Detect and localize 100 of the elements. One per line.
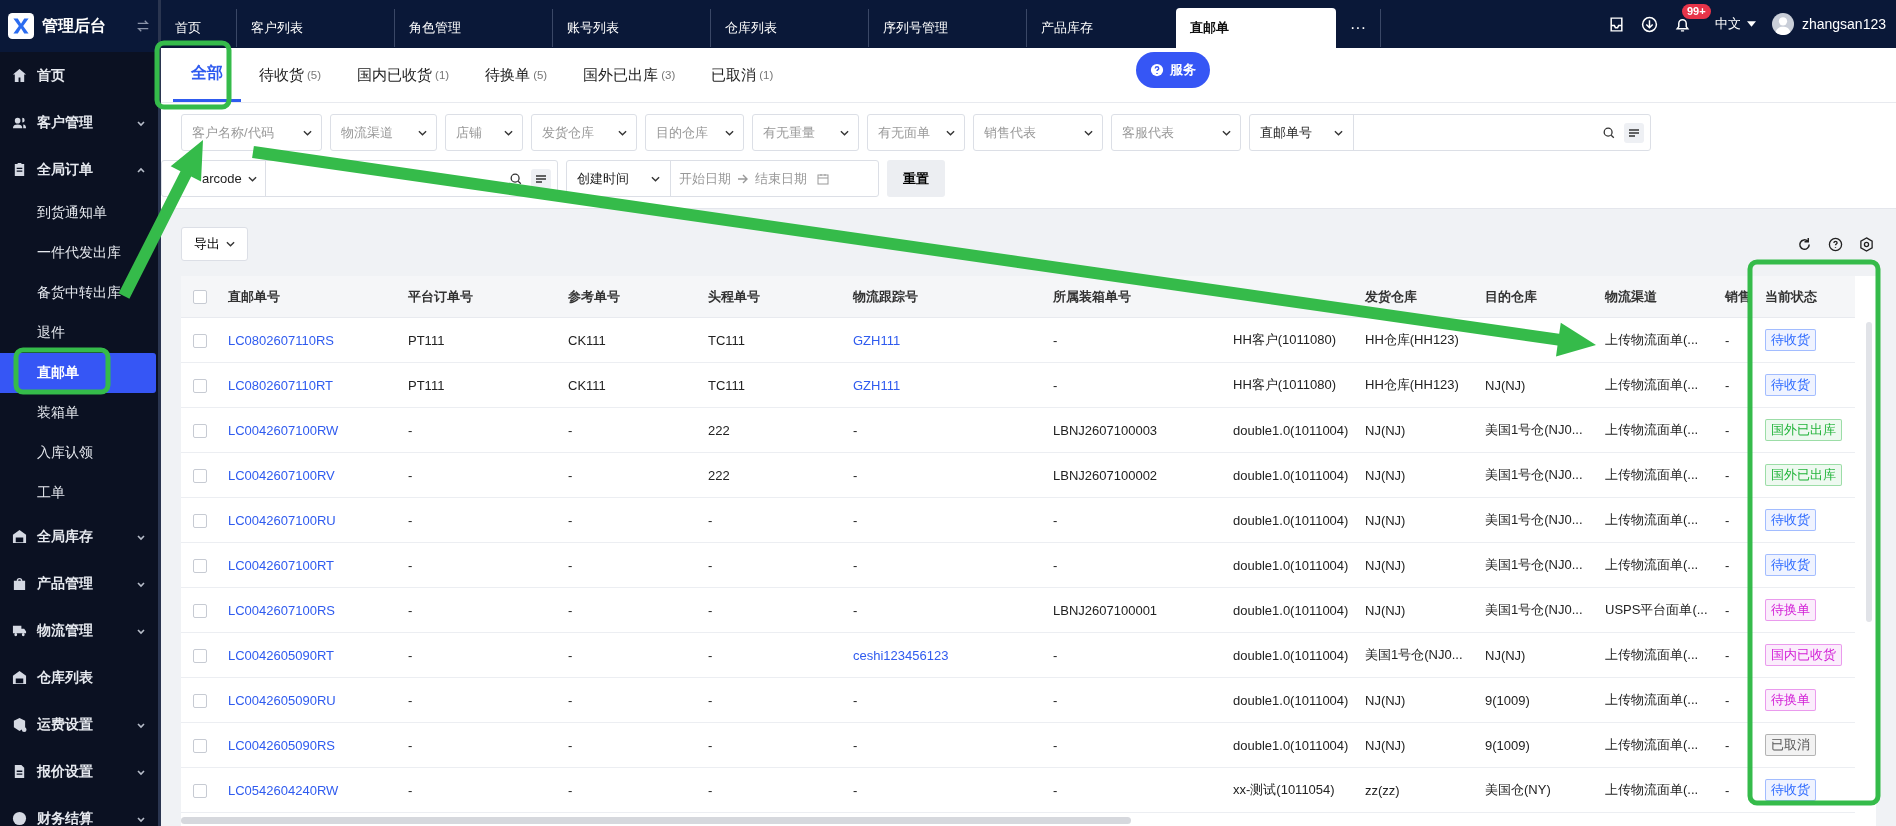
refresh-icon[interactable] [1797, 236, 1812, 252]
column-header: 头程单号 [708, 288, 760, 304]
row-checkbox[interactable] [193, 738, 207, 753]
order-link[interactable]: LC0042607100RW [228, 422, 339, 438]
row-checkbox[interactable] [193, 333, 207, 348]
export-button[interactable]: 导出 [181, 227, 248, 261]
status-tag: 待收货 [1765, 329, 1816, 351]
page-tab[interactable]: 仓库列表 [710, 9, 868, 47]
page-tab[interactable]: 角色管理 [394, 9, 552, 47]
status-tab[interactable]: 已取消 (1) [693, 48, 792, 102]
row-checkbox[interactable] [193, 378, 207, 393]
select-all-checkbox[interactable] [193, 290, 207, 305]
tracking-link[interactable]: ceshi123456123 [853, 647, 949, 663]
status-tag: 待收货 [1765, 374, 1816, 396]
table-cell: NJ(NJ) [1365, 512, 1406, 528]
table-cell: NJ(NJ) [1365, 557, 1406, 573]
page-tab[interactable]: 序列号管理 [868, 9, 1026, 47]
table-cell: - [1053, 782, 1058, 798]
sidebar-item[interactable]: 运费设置 [0, 701, 158, 748]
status-tag: 待收货 [1765, 779, 1816, 801]
sidebar-item[interactable]: 全局库存 [0, 513, 158, 560]
table-cell: NJ(NJ) [1485, 377, 1526, 393]
vertical-scrollbar[interactable] [1866, 322, 1872, 622]
settings-icon[interactable] [1859, 236, 1874, 252]
sidebar-subitem[interactable]: 直邮单 [0, 353, 156, 393]
sidebar-item[interactable]: 首页 [0, 52, 158, 99]
row-checkbox[interactable] [193, 603, 207, 618]
row-checkbox[interactable] [193, 423, 207, 438]
status-tag: 待收货 [1765, 509, 1816, 531]
doc-icon [12, 764, 27, 779]
row-checkbox[interactable] [193, 693, 207, 708]
table-cell: - [708, 692, 713, 708]
row-checkbox[interactable] [193, 783, 207, 798]
user-name[interactable]: zhangsan123 [1801, 16, 1886, 32]
order-link[interactable]: LC0042605090RS [228, 737, 335, 753]
order-link[interactable]: LC0042607100RS [228, 602, 335, 618]
dropdown-icon[interactable] [1746, 21, 1756, 27]
sidebar-subitem[interactable]: 工单 [0, 473, 69, 513]
row-checkbox[interactable] [193, 648, 207, 663]
order-link[interactable]: LC0542604240RW [228, 782, 339, 798]
table-cell: - [568, 512, 573, 528]
tracking-link[interactable]: GZH111 [853, 377, 901, 393]
sidebar-subitem[interactable]: 一件代发出库 [0, 233, 125, 273]
status-tag: 国内已收货 [1765, 644, 1842, 666]
page-tab[interactable]: 账号列表 [552, 9, 710, 47]
status-tab[interactable]: 待换单 (5) [467, 48, 566, 102]
order-link[interactable]: LC0042607100RU [228, 512, 336, 528]
status-tab[interactable]: 国外已出库 (3) [565, 48, 694, 102]
order-link[interactable]: LC0042607100RT [228, 557, 334, 573]
warehouse-icon [12, 529, 27, 544]
sidebar-item[interactable]: 仓库列表 [0, 654, 158, 701]
row-checkbox[interactable] [193, 558, 207, 573]
row-checkbox[interactable] [193, 468, 207, 483]
sidebar-subitem[interactable]: 备货中转出库 [0, 273, 125, 313]
page-tab[interactable]: 直邮单 [1176, 8, 1336, 48]
download-icon[interactable] [1640, 15, 1658, 33]
help-icon[interactable] [1828, 236, 1843, 252]
sidebar-item[interactable]: 报价设置 [0, 748, 158, 795]
table-cell: - [1053, 377, 1058, 393]
table-cell: - [1725, 422, 1730, 438]
order-link[interactable]: LC0042605090RU [228, 692, 336, 708]
table-cell: LBNJ2607100002 [1053, 467, 1158, 483]
sidebar-item[interactable]: 客户管理 [0, 99, 158, 146]
table-cell: - [1725, 692, 1730, 708]
sidebar-subitem[interactable]: 装箱单 [0, 393, 83, 433]
sidebar-subitem[interactable]: 到货通知单 [0, 193, 111, 233]
order-link[interactable]: LC0802607110RT [228, 377, 334, 393]
sidebar-subitem[interactable]: 退件 [0, 313, 69, 353]
sidebar-item[interactable]: 财务结算 [0, 795, 158, 826]
inbox-icon[interactable] [1607, 15, 1625, 33]
row-checkbox[interactable] [193, 513, 207, 528]
table-cell: HH仓库(HH123) [1365, 332, 1459, 347]
table-cell: CK111 [568, 332, 606, 348]
sidebar-item[interactable]: 产品管理 [0, 560, 158, 607]
table-cell: - [1725, 647, 1730, 663]
table-cell: HH客户(1011080) [1233, 377, 1337, 392]
page-tab[interactable]: 首页 [161, 9, 236, 47]
horizontal-scrollbar[interactable] [181, 817, 1131, 824]
page-tab[interactable]: 客户列表 [236, 9, 394, 47]
table-cell: - [853, 602, 858, 618]
order-link[interactable]: LC0042607100RV [228, 467, 335, 483]
order-link[interactable]: LC0042605090RT [228, 647, 334, 663]
sidebar-item[interactable]: 全局订单 [0, 146, 158, 193]
order-link[interactable]: LC0802607110RS [228, 332, 334, 348]
status-tab[interactable]: 国内已收货 (1) [339, 48, 468, 102]
table-cell: NJ(NJ) [1365, 602, 1406, 618]
more-tabs-button[interactable]: ··· [1336, 9, 1381, 47]
sidebar-item[interactable]: 物流管理 [0, 607, 158, 654]
reset-button[interactable]: 重置 [887, 160, 945, 197]
status-tab[interactable]: 全部 [173, 48, 241, 102]
sidebar-subitem[interactable]: 入库认领 [0, 433, 97, 473]
tracking-link[interactable]: GZH111 [853, 332, 901, 348]
avatar-icon[interactable] [1771, 13, 1794, 35]
status-tag: 国外已出库 [1765, 419, 1842, 441]
status-tab[interactable]: 待收货 (5) [241, 48, 340, 102]
table-cell: USPS平台面单(... [1605, 602, 1708, 617]
service-button[interactable]: 服务 [1136, 52, 1210, 88]
collapse-icon[interactable] [136, 19, 150, 33]
language-selector[interactable]: 中文 [1714, 15, 1741, 33]
table-cell: - [853, 467, 858, 483]
